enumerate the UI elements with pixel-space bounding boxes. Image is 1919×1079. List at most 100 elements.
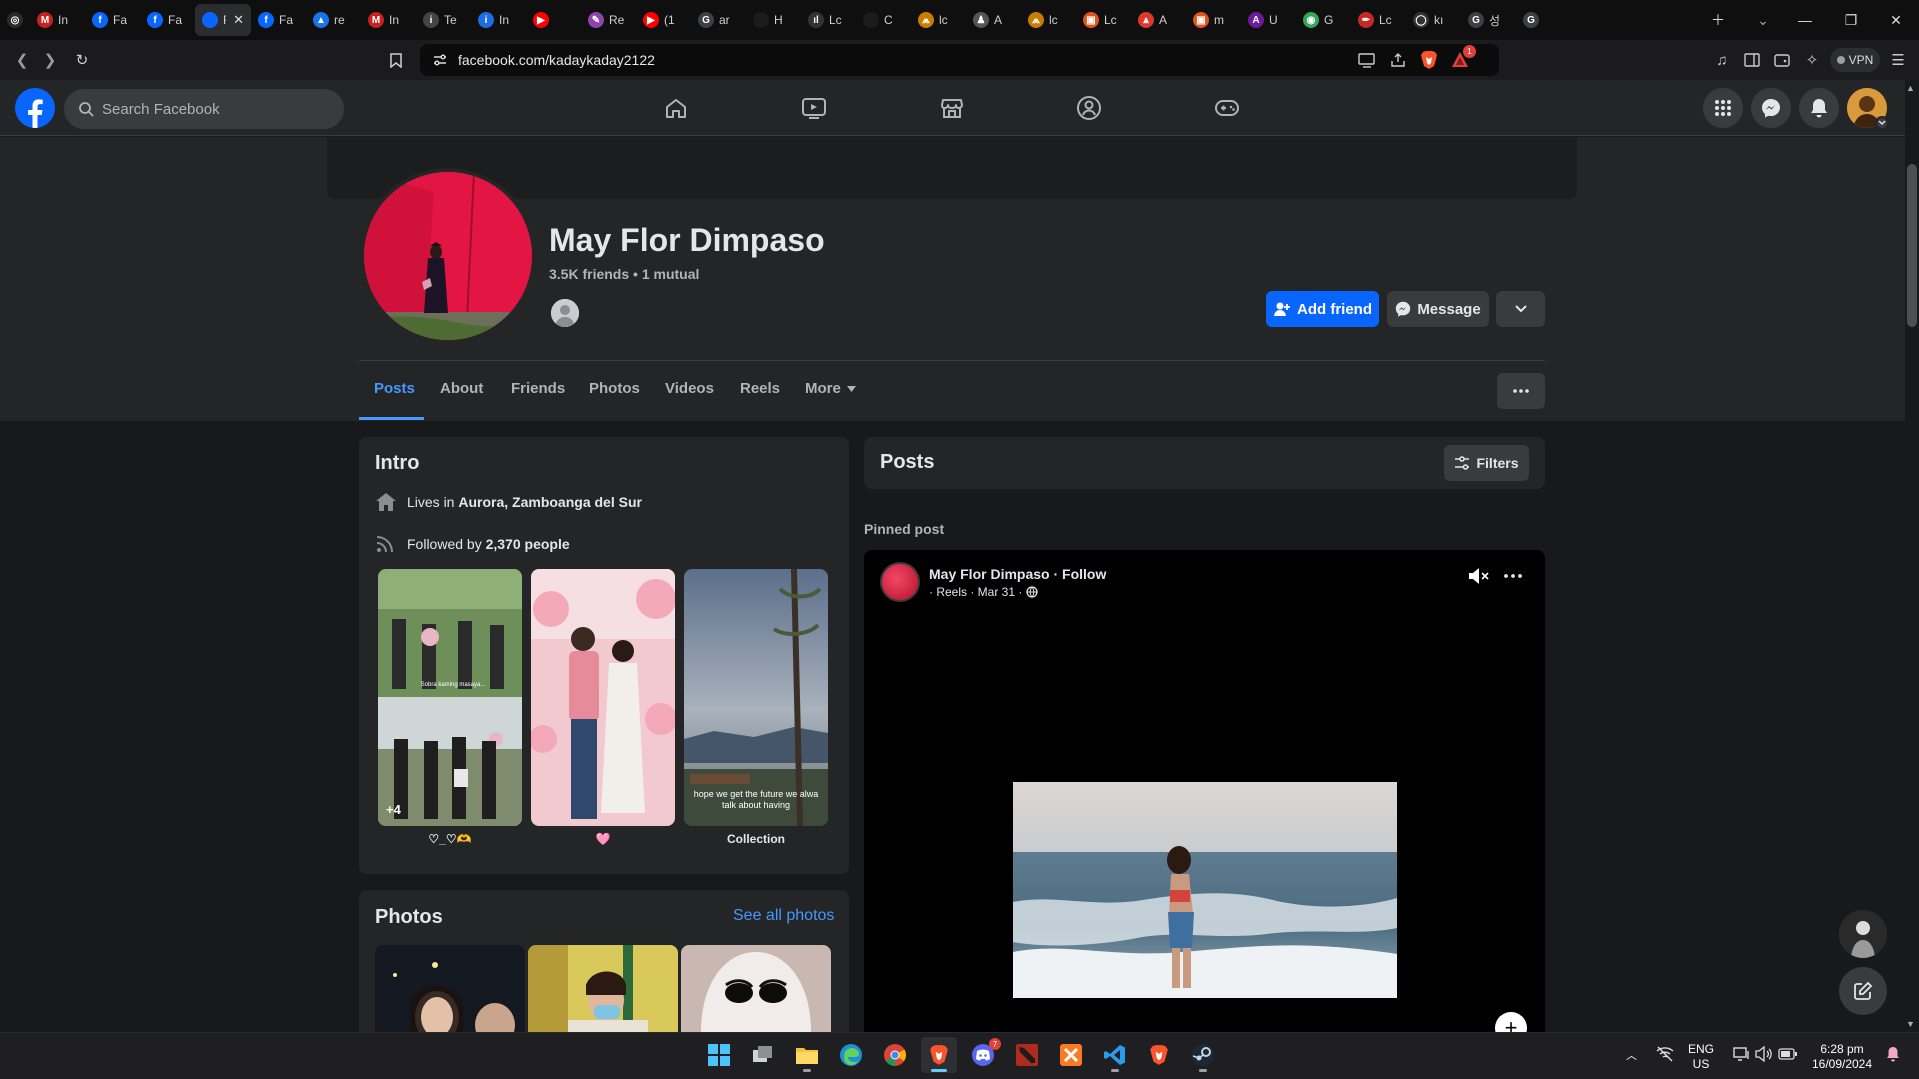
discord-button[interactable]: 7 (965, 1037, 1001, 1073)
tab-about[interactable]: About (440, 380, 483, 397)
reel-plus-icon[interactable]: + (1495, 1012, 1527, 1032)
file-explorer-button[interactable] (789, 1037, 825, 1073)
back-icon[interactable]: ❮ (12, 50, 32, 70)
browser-tab[interactable]: C (856, 4, 911, 36)
browser-tab[interactable]: ◎ (0, 4, 30, 36)
highlight-3[interactable]: hope we get the future we alwa talk abou… (684, 569, 828, 826)
highlight-1[interactable]: Sobra kaming masaya... +4 (378, 569, 522, 826)
add-friend-button[interactable]: Add friend (1266, 291, 1379, 327)
brave-2-button[interactable] (1141, 1037, 1177, 1073)
browser-tab[interactable]: ⩕ lc (911, 4, 966, 36)
home-tab[interactable] (656, 88, 696, 128)
marketplace-tab[interactable] (932, 88, 972, 128)
dota-button[interactable] (1009, 1037, 1045, 1073)
browser-tab[interactable]: Fa ✕ (195, 4, 251, 36)
facebook-logo[interactable] (15, 88, 55, 128)
tab-reels[interactable]: Reels (740, 380, 780, 397)
message-button[interactable]: Message (1387, 291, 1489, 327)
notification-bell-icon[interactable] (1886, 1046, 1900, 1062)
task-view-button[interactable] (745, 1037, 781, 1073)
cast-icon[interactable] (1358, 52, 1376, 68)
browser-tab[interactable]: H (746, 4, 801, 36)
browser-tab[interactable]: ◯ kı (1406, 4, 1461, 36)
groups-tab[interactable] (1069, 88, 1109, 128)
new-tab-button[interactable]: ＋ (1695, 0, 1741, 40)
network-off-icon[interactable] (1656, 1046, 1674, 1062)
browser-tab[interactable]: i In (471, 4, 526, 36)
bookmark-icon[interactable] (386, 50, 406, 70)
profile-options-button[interactable] (1497, 373, 1545, 409)
followed-count[interactable]: 2,370 people (486, 536, 570, 552)
sidebar-toggle-icon[interactable] (1742, 50, 1762, 70)
volume-icon[interactable] (1755, 1046, 1773, 1062)
brave-button[interactable] (921, 1037, 957, 1073)
menu-button[interactable] (1703, 88, 1743, 128)
restore-button[interactable]: ❐ (1828, 0, 1874, 40)
browser-tab[interactable]: AU (1241, 4, 1296, 36)
highlight-2[interactable] (531, 569, 675, 826)
steam-button[interactable] (1185, 1037, 1221, 1073)
browser-tab[interactable]: ⩓ A (1131, 4, 1186, 36)
notifications-button[interactable] (1799, 88, 1839, 128)
lives-place[interactable]: Aurora, Zamboanga del Sur (458, 494, 642, 510)
post-options-icon[interactable] (1504, 574, 1522, 578)
gaming-tab[interactable] (1207, 88, 1247, 128)
account-chevron-icon[interactable] (1875, 116, 1889, 130)
post-author-name[interactable]: May Flor Dimpaso · Follow (929, 566, 1106, 582)
tab-posts[interactable]: Posts (374, 380, 415, 397)
browser-tab[interactable]: ◉ G (1296, 4, 1351, 36)
scrollbar-thumb[interactable] (1907, 164, 1917, 327)
display-icon[interactable] (1733, 1046, 1751, 1062)
search-box[interactable]: Search Facebook (64, 89, 344, 129)
forward-icon[interactable]: ❯ (40, 50, 60, 70)
cover-photo[interactable] (327, 137, 1577, 199)
browser-tab[interactable]: G성 (1461, 4, 1516, 36)
edge-button[interactable] (833, 1037, 869, 1073)
browser-tab[interactable]: ▶ (1 (636, 4, 691, 36)
close-window-button[interactable]: ✕ (1873, 0, 1919, 40)
photo-thumb-2[interactable] (528, 945, 678, 1032)
leo-ai-icon[interactable]: ✧ (1802, 50, 1822, 70)
photo-thumb-3[interactable] (681, 945, 831, 1032)
chrome-button[interactable] (877, 1037, 913, 1073)
battery-icon[interactable] (1778, 1047, 1798, 1061)
browser-tab[interactable]: ✎ Re (581, 4, 636, 36)
profile-picture[interactable] (360, 168, 536, 344)
browser-tab[interactable]: M In (361, 4, 416, 36)
input-language[interactable]: ENG US (1688, 1042, 1714, 1072)
browser-tab[interactable]: M In (30, 4, 85, 36)
mutual-friend-avatar[interactable] (549, 297, 581, 329)
scroll-down-arrow-icon[interactable]: ▼ (1906, 1019, 1915, 1029)
wallet-icon[interactable] (1772, 50, 1792, 70)
browser-tab[interactable]: ıl Lc (801, 4, 856, 36)
xampp-button[interactable] (1053, 1037, 1089, 1073)
browser-tab[interactable]: ▣ Lc (1076, 4, 1131, 36)
browser-tab[interactable]: f Fa (251, 4, 306, 36)
tab-photos[interactable]: Photos (589, 380, 640, 397)
tab-more[interactable]: More (805, 380, 856, 397)
contact-bubble-avatar[interactable] (1839, 910, 1887, 958)
browser-tab[interactable]: ✒ Lc (1351, 4, 1406, 36)
video-tab[interactable] (794, 88, 834, 128)
browser-tab[interactable]: ♟ A (966, 4, 1021, 36)
browser-tab[interactable]: ⩕ lc (1021, 4, 1076, 36)
media-icon[interactable]: ♫ (1712, 50, 1732, 70)
vscode-button[interactable] (1097, 1037, 1133, 1073)
browser-tab[interactable]: Gar (691, 4, 746, 36)
mute-icon[interactable] (1468, 567, 1490, 585)
tab-videos[interactable]: Videos (665, 380, 714, 397)
browser-tab[interactable]: i Te (416, 4, 471, 36)
share-icon[interactable] (1390, 52, 1406, 68)
browser-tab[interactable]: G (1516, 4, 1571, 36)
system-clock[interactable]: 6:28 pm 16/09/2024 (1802, 1042, 1882, 1072)
browser-tab[interactable]: ▶ (526, 4, 581, 36)
brave-shields-icon[interactable] (1420, 50, 1438, 70)
more-actions-button[interactable] (1496, 291, 1545, 327)
browser-menu-icon[interactable]: ☰ (1888, 50, 1908, 70)
vpn-button[interactable]: VPN (1830, 48, 1880, 72)
site-settings-icon[interactable] (432, 52, 448, 68)
scroll-up-arrow-icon[interactable]: ▲ (1906, 83, 1915, 93)
tab-search-chevron-icon[interactable]: ⌄ (1740, 0, 1786, 40)
friends-count[interactable]: 3.5K friends • 1 mutual (549, 266, 699, 282)
messenger-button[interactable] (1751, 88, 1791, 128)
